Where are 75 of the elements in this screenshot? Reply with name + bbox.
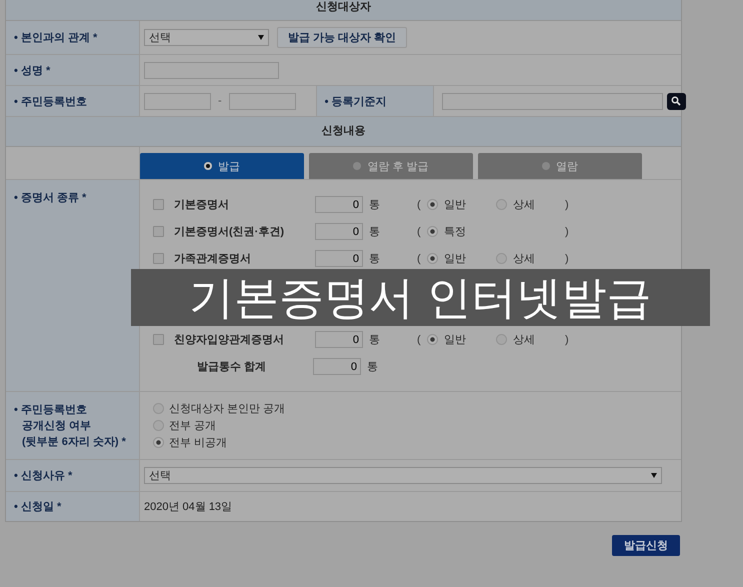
parenthesis: ( (417, 252, 422, 264)
radio-button[interactable] (427, 226, 438, 237)
unit-label: 통 (367, 360, 379, 374)
option-label: 상세 (513, 333, 535, 347)
parenthesis: ( (417, 198, 422, 210)
field-label: • 신청일 * (6, 492, 140, 521)
radio-button[interactable] (427, 253, 438, 264)
field-label: • 성명 * (6, 55, 140, 85)
count-input[interactable]: 0 (315, 331, 363, 348)
name-input[interactable] (144, 62, 279, 78)
option-label: 일반 (444, 333, 466, 347)
field-label: 공개신청 여부 (21, 419, 92, 434)
checkbox[interactable] (153, 226, 164, 237)
check-eligible-button[interactable]: 발급 가능 대상자 확인 (277, 27, 408, 48)
parenthesis: ( (417, 334, 422, 346)
rrn-input[interactable] (144, 92, 211, 110)
radio-button[interactable] (496, 334, 507, 345)
certificate-name: 친양자입양관계증명서 (174, 333, 285, 347)
reason-select[interactable]: 선택 (144, 467, 662, 484)
unit-label: 통 (369, 198, 381, 212)
rrn-input[interactable] (228, 92, 296, 110)
radio-button[interactable] (496, 199, 507, 210)
certificate-name: 기본증명서(친권·후견) (174, 225, 285, 239)
parenthesis: ) (565, 252, 570, 264)
search-icon (671, 96, 682, 106)
certificate-name: 기본증명서 (174, 198, 230, 212)
mode-tab[interactable]: 발급 (140, 153, 304, 179)
unit-label: 통 (369, 252, 381, 266)
parenthesis: ) (565, 334, 570, 346)
checkbox[interactable] (153, 334, 164, 345)
registry-input[interactable] (442, 92, 663, 110)
parenthesis: ( (417, 226, 422, 238)
parenthesis: ) (565, 226, 570, 238)
radio-button[interactable] (427, 199, 438, 210)
radio-button[interactable] (153, 403, 164, 414)
radio-button[interactable] (153, 420, 164, 431)
option-label: 상세 (513, 252, 535, 266)
total-label: 발급통수 합계 (196, 360, 268, 374)
section-header: 신청내용 (6, 117, 681, 147)
option-label: 특정 (444, 225, 466, 239)
count-input[interactable]: 0 (315, 223, 363, 240)
separator: - (217, 95, 223, 107)
count-input[interactable]: 0 (315, 196, 363, 213)
radio-button[interactable] (496, 253, 507, 264)
option-label: 신청대상자 본인만 공개 (169, 402, 286, 416)
field-label: • 본인과의 관계 * (6, 21, 140, 54)
caret-icon (651, 473, 657, 478)
option-label: 일반 (444, 252, 466, 266)
search-button[interactable] (666, 92, 686, 110)
parenthesis: ) (565, 198, 570, 210)
unit-label: 통 (369, 225, 381, 239)
field-label: • 신청사유 * (6, 460, 140, 491)
certificate-name: 가족관계증명서 (174, 252, 252, 266)
option-label: 전부 비공개 (169, 436, 228, 450)
field-label: (뒷부분 6자리 숫자) * (21, 435, 126, 450)
option-label: 일반 (444, 198, 466, 212)
radio-button[interactable] (427, 334, 438, 345)
count-input[interactable]: 0 (315, 250, 363, 267)
field-label: • 주민등록번호 (14, 403, 87, 418)
relation-select[interactable]: 선택 (144, 29, 269, 46)
option-label: 상세 (513, 198, 535, 212)
field-label: • 증명서 종류 * (6, 180, 140, 391)
section-header: 신청대상자 (6, 0, 681, 21)
unit-label: 통 (369, 333, 381, 347)
caret-icon (258, 35, 264, 40)
radio-button[interactable] (153, 437, 164, 448)
date-value: 2020년 04월 13일 (144, 500, 232, 514)
field-label: • 등록기준지 (316, 86, 434, 116)
submit-button[interactable]: 발급신청 (612, 535, 680, 556)
option-label: 전부 공개 (169, 419, 216, 433)
field-label: • 주민등록번호 (6, 86, 140, 116)
caption-banner: 기본증명서 인터넷발급 (131, 269, 710, 326)
checkbox[interactable] (153, 253, 164, 264)
total-count-input[interactable]: 0 (313, 358, 361, 375)
checkbox[interactable] (153, 199, 164, 210)
